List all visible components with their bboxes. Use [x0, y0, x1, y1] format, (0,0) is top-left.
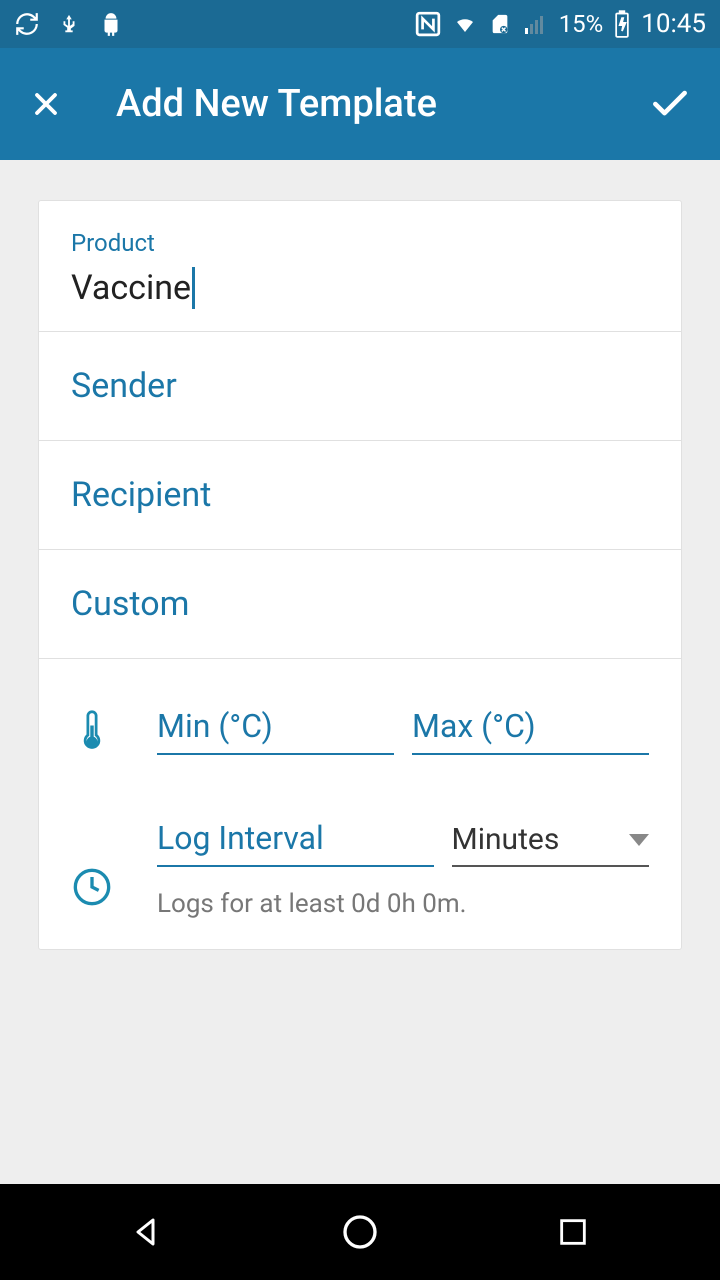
- max-temp-input[interactable]: Max (°C): [412, 707, 649, 755]
- product-label: Product: [71, 229, 649, 257]
- navigation-bar: [0, 1184, 720, 1280]
- log-hint: Logs for at least 0d 0h 0m.: [157, 889, 649, 919]
- status-right: 15% 10:45: [415, 9, 706, 39]
- log-interval-section: Log Interval Minutes Logs for at least 0…: [39, 791, 681, 949]
- battery-charging-icon: [613, 10, 631, 38]
- nfc-icon: [415, 11, 441, 37]
- log-interval-inner: Log Interval Minutes Logs for at least 0…: [157, 819, 649, 919]
- android-icon: [98, 11, 124, 37]
- usb-icon: [58, 10, 80, 38]
- sd-card-icon: [489, 11, 511, 37]
- recent-apps-button[interactable]: [513, 1215, 633, 1249]
- temperature-section: Min (°C) Max (°C): [39, 659, 681, 791]
- home-button[interactable]: [300, 1212, 420, 1252]
- sender-label: Sender: [71, 366, 649, 406]
- log-interval-placeholder: Log Interval: [157, 819, 324, 857]
- close-button[interactable]: [28, 86, 64, 122]
- status-bar: 15% 10:45: [0, 0, 720, 48]
- sender-section[interactable]: Sender: [39, 332, 681, 441]
- signal-icon: [521, 12, 549, 36]
- log-interval-row: Log Interval Minutes: [157, 819, 649, 867]
- log-interval-input[interactable]: Log Interval: [157, 819, 434, 867]
- recipient-section[interactable]: Recipient: [39, 441, 681, 550]
- min-placeholder: Min (°C): [157, 707, 273, 745]
- max-placeholder: Max (°C): [412, 707, 536, 745]
- confirm-button[interactable]: [648, 82, 692, 126]
- form-card: Product Vaccine Sender Recipient Custom …: [38, 200, 682, 950]
- unit-select[interactable]: Minutes: [452, 822, 650, 867]
- thermometer-icon: [71, 709, 113, 753]
- content-area: Product Vaccine Sender Recipient Custom …: [0, 160, 720, 1184]
- status-left: [14, 10, 124, 38]
- custom-label: Custom: [71, 584, 649, 624]
- sync-icon: [14, 11, 40, 37]
- text-cursor: [192, 267, 195, 309]
- chevron-down-icon: [629, 834, 649, 846]
- clock-time: 10:45: [641, 9, 706, 39]
- battery-percent: 15%: [559, 10, 604, 38]
- unit-value: Minutes: [452, 822, 560, 857]
- product-section[interactable]: Product Vaccine: [39, 201, 681, 332]
- clock-icon: [71, 867, 113, 907]
- temperature-fields: Min (°C) Max (°C): [157, 707, 649, 755]
- product-value: Vaccine: [71, 268, 191, 308]
- page-title: Add New Template: [116, 82, 648, 126]
- product-input[interactable]: Vaccine: [71, 267, 649, 309]
- wifi-icon: [451, 12, 479, 36]
- min-temp-input[interactable]: Min (°C): [157, 707, 394, 755]
- recipient-label: Recipient: [71, 475, 649, 515]
- custom-section[interactable]: Custom: [39, 550, 681, 659]
- app-bar: Add New Template: [0, 48, 720, 160]
- back-button[interactable]: [87, 1214, 207, 1250]
